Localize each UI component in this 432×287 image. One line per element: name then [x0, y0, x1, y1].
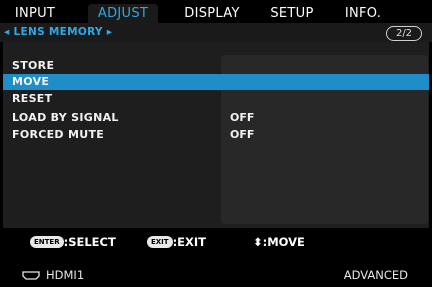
menu-item-label: MOVE — [12, 75, 50, 88]
breadcrumb-bar: ◂ LENS MEMORY ▸ 2/2 — [0, 23, 432, 42]
menu-item-label: STORE — [12, 59, 55, 72]
menu-item-load-by-signal[interactable]: LOAD BY SIGNAL OFF — [3, 110, 429, 126]
menu-item-reset[interactable]: RESET — [3, 91, 429, 107]
tab-info[interactable]: INFO. — [336, 4, 390, 23]
key-hints: ENTER:SELECT EXIT:EXIT ⬍:MOVE — [0, 232, 432, 252]
menu-tabs: INPUT ADJUST DISPLAY SETUP INFO. — [0, 0, 432, 23]
menu-item-value[interactable]: OFF — [230, 110, 254, 126]
tab-adjust[interactable]: ADJUST — [88, 4, 158, 23]
exit-hint: EXIT:EXIT — [147, 234, 206, 250]
menu-item-label: LOAD BY SIGNAL — [12, 111, 119, 124]
tab-input[interactable]: INPUT — [2, 4, 68, 23]
menu-item-store[interactable]: STORE — [3, 58, 429, 74]
menu-item-label: RESET — [12, 92, 53, 105]
move-hint: ⬍:MOVE — [253, 234, 305, 250]
page-indicator: 2/2 — [386, 26, 422, 41]
select-hint-label: :SELECT — [63, 235, 116, 249]
tab-setup[interactable]: SETUP — [262, 4, 322, 23]
enter-key-icon: ENTER — [30, 236, 64, 248]
up-down-arrow-icon: ⬍ — [253, 235, 263, 249]
input-source: HDMI1 — [22, 268, 84, 282]
menu-item-label: FORCED MUTE — [12, 128, 105, 141]
select-hint: ENTER:SELECT — [30, 234, 116, 250]
picture-mode: ADVANCED — [343, 268, 408, 282]
tab-display[interactable]: DISPLAY — [172, 4, 252, 23]
move-hint-label: :MOVE — [262, 235, 305, 249]
breadcrumb: ◂ LENS MEMORY ▸ — [4, 25, 112, 40]
left-arrow-icon[interactable]: ◂ — [4, 26, 10, 38]
input-source-label: HDMI1 — [46, 268, 85, 282]
hdmi-connector-icon — [22, 271, 40, 280]
right-arrow-icon[interactable]: ▸ — [107, 26, 113, 38]
menu-item-move[interactable]: MOVE — [3, 74, 429, 90]
page-title: LENS MEMORY — [13, 26, 103, 38]
menu-item-value[interactable]: OFF — [230, 127, 254, 143]
status-bar: HDMI1 ADVANCED — [0, 262, 432, 287]
menu-item-forced-mute[interactable]: FORCED MUTE OFF — [3, 127, 429, 143]
exit-key-icon: EXIT — [147, 236, 173, 248]
exit-hint-label: :EXIT — [172, 235, 207, 249]
